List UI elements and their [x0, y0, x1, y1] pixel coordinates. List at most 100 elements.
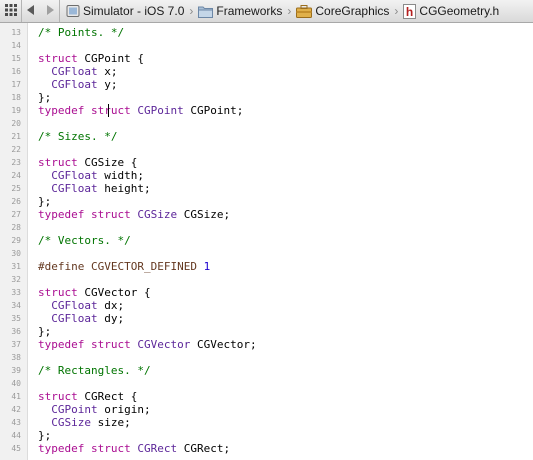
code-line[interactable]: 42 CGPoint origin; [0, 403, 533, 416]
code-token: }; [38, 195, 52, 208]
code-line[interactable]: 14 [0, 39, 533, 52]
code-line[interactable]: 16 CGFloat x; [0, 65, 533, 78]
code-token: height; [97, 182, 151, 195]
code-line[interactable]: 20 [0, 117, 533, 130]
line-number: 27 [11, 210, 21, 219]
code-token: struct [38, 390, 78, 403]
code-line[interactable]: 17 CGFloat y; [0, 78, 533, 91]
code-text: typedef struct CGSize CGSize; [38, 208, 230, 221]
code-token: struct [90, 208, 131, 221]
code-token: CGFloat [51, 169, 98, 182]
back-button[interactable] [22, 0, 40, 22]
line-number: 37 [11, 340, 21, 349]
code-line[interactable]: 18}; [0, 91, 533, 104]
code-token: /* Sizes. */ [38, 130, 118, 143]
line-number: 18 [11, 93, 21, 102]
code-line[interactable]: 25 CGFloat height; [0, 182, 533, 195]
jump-bar-item-sdk[interactable]: Simulator - iOS 7.0 [64, 4, 186, 18]
code-text: /* Points. */ [38, 26, 124, 39]
line-number: 19 [11, 106, 21, 115]
code-line[interactable]: 13 /* Points. */ [0, 26, 533, 39]
chevron-right-icon: › [287, 4, 292, 18]
code-line[interactable]: 22 [0, 143, 533, 156]
related-items-button[interactable] [0, 0, 22, 22]
code-line[interactable]: 39 /* Rectangles. */ [0, 364, 533, 377]
line-number: 45 [11, 444, 21, 453]
code-line[interactable]: 41 struct CGRect { [0, 390, 533, 403]
code-token: CGPoint [51, 403, 98, 416]
code-token: CGRect [137, 442, 178, 455]
code-line[interactable]: 28 [0, 221, 533, 234]
jump-bar-item-frameworks[interactable]: Frameworks [196, 4, 284, 18]
code-token: x; [97, 65, 118, 78]
code-line[interactable]: 29 /* Vectors. */ [0, 234, 533, 247]
code-line[interactable]: 19 typedef struct CGPoint CGPoint; [0, 104, 533, 117]
code-token: typedef [38, 104, 85, 117]
code-text: CGFloat dy; [38, 312, 124, 325]
code-line[interactable]: 35 CGFloat dy; [0, 312, 533, 325]
code-token: }; [38, 91, 52, 104]
line-number: 17 [11, 80, 21, 89]
line-number: 25 [11, 184, 21, 193]
line-number: 30 [11, 249, 21, 258]
code-line[interactable]: 31 #define CGVECTOR_DEFINED 1 [0, 260, 533, 273]
line-number: 32 [11, 275, 21, 284]
folder-icon [198, 5, 214, 18]
line-number: 15 [11, 54, 21, 63]
code-text: }; [38, 429, 51, 442]
jump-bar-item-file[interactable]: h CGGeometry.h [401, 3, 501, 19]
line-number: 33 [11, 288, 21, 297]
code-text: CGFloat width; [38, 169, 144, 182]
code-line[interactable]: 33 struct CGVector { [0, 286, 533, 299]
code-token: CGRect; [177, 442, 231, 455]
code-line[interactable]: 36}; [0, 325, 533, 338]
line-number: 13 [11, 28, 21, 37]
source-editor[interactable]: 13/* Points. */14 15 struct CGPoint {16 CG… [0, 23, 533, 460]
forward-button[interactable] [40, 0, 60, 22]
code-token: struct [38, 286, 78, 299]
jump-bar: Simulator - iOS 7.0 › Frameworks › CoreG… [0, 0, 533, 23]
code-text: /* Vectors. */ [38, 234, 131, 247]
code-token: CGPoint [137, 104, 184, 117]
code-line[interactable]: 37 typedef struct CGVector CGVector; [0, 338, 533, 351]
code-line[interactable]: 27 typedef struct CGSize CGSize; [0, 208, 533, 221]
back-arrow-icon [27, 4, 35, 18]
code-line[interactable]: 21 /* Sizes. */ [0, 130, 533, 143]
code-text: CGFloat x; [38, 65, 117, 78]
line-number: 14 [11, 41, 21, 50]
code-token: struct [90, 104, 131, 117]
code-token: /* Vectors. */ [38, 234, 131, 247]
code-line[interactable]: 23 struct CGSize { [0, 156, 533, 169]
jump-bar-item-coregraphics[interactable]: CoreGraphics [294, 4, 391, 18]
code-token: struct [38, 52, 78, 65]
code-line[interactable]: 26}; [0, 195, 533, 208]
line-number: 26 [11, 197, 21, 206]
forward-arrow-icon [46, 4, 54, 18]
line-number: 20 [11, 119, 21, 128]
line-number: 38 [11, 353, 21, 362]
line-number: 23 [11, 158, 21, 167]
code-token: struct [90, 442, 131, 455]
code-line[interactable]: 44}; [0, 429, 533, 442]
code-token: CGFloat [51, 299, 98, 312]
text-cursor [107, 104, 109, 117]
code-line[interactable]: 24 CGFloat width; [0, 169, 533, 182]
code-line[interactable]: 34 CGFloat dx; [0, 299, 533, 312]
code-line[interactable]: 15 struct CGPoint { [0, 52, 533, 65]
code-line[interactable]: 30 [0, 247, 533, 260]
line-number: 42 [11, 405, 21, 414]
code-line[interactable]: 40 [0, 377, 533, 390]
code-token: CGRect { [77, 390, 138, 403]
code-line[interactable]: 45 typedef struct CGRect CGRect; [0, 442, 533, 455]
code-token: CGVector [137, 338, 191, 351]
sdk-icon [66, 4, 80, 18]
code-line[interactable]: 32 [0, 273, 533, 286]
code-text: }; [38, 325, 51, 338]
code-line[interactable]: 38 [0, 351, 533, 364]
code-line[interactable]: 43 CGSize size; [0, 416, 533, 429]
code-token: /* Rectangles. */ [38, 364, 151, 377]
code-text: /* Rectangles. */ [38, 364, 151, 377]
